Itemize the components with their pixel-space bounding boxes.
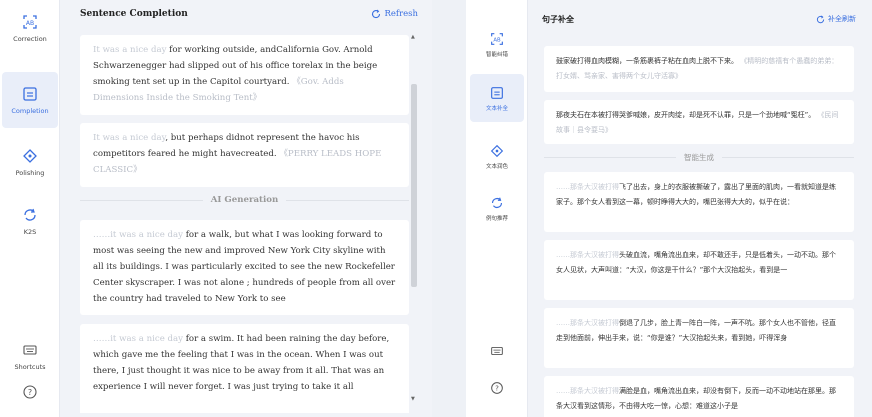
nav-label: 文本补全 [485,105,508,112]
prompt-hint: ……那条大汉被打得 [556,251,619,259]
prompt-hint: ……it was a nice day [93,334,183,344]
scroll-up-icon[interactable]: ▲ [411,34,415,40]
nav-correction[interactable]: AB Correction [2,0,58,56]
right-main: 句子补全 补全刷新 鼓家破打得血肉模糊，一条筋裹裤子粘在血肉上脱不下来。 《精明… [528,0,872,417]
nav-polishing-cn[interactable]: 文本润色 [470,132,524,180]
svg-text:AB: AB [493,37,501,43]
result-card[interactable]: It was a nice day, but perhaps didnot re… [80,123,409,187]
ai-generation-divider: AI Generation [80,195,410,205]
completion-icon [21,85,39,103]
help-glyph: ? [28,388,32,397]
ai-generation-divider: 智能生成 [544,152,854,163]
refresh-label: 补全刷新 [828,15,856,23]
ab-correction-icon: AB [21,13,39,31]
left-main: Sentence Completion Refresh It was a nic… [60,0,432,417]
completion-text: 鼓家破打得血肉模糊，一条筋裹裤子粘在血肉上脱不下来。 [556,57,738,65]
nav-label: Polishing [15,169,45,177]
completion-text: 那夜夫石在本被打得哭爹喊娘，皮开肉绽，却是死不认罪，只是一个劲地喊“冤枉”。 [556,111,816,119]
help-icon: ? [21,383,39,401]
generated-card[interactable]: ……那条大汉被打得满脸是血，嘴角流出血来，却没有倒下，反而一动不动地站在那里。那… [544,376,854,417]
refresh-icon [816,15,825,23]
svg-text:AB: AB [26,20,34,27]
keyboard-icon [489,343,505,359]
nav-label: K2S [23,228,37,236]
divider-label: 智能生成 [684,153,714,162]
help-button-cn[interactable]: ? [470,365,524,413]
generated-card[interactable]: ……那条大汉被打得头破血流，嘴角流出血来，却不敢还手，只是低着头，一动不动。那个… [544,240,854,300]
refresh-button[interactable]: Refresh [371,9,418,19]
generated-card[interactable]: ……it was a nice day for a walk, but what… [80,220,409,315]
left-panel: AB Correction Completion Polishing K2S S… [0,0,432,417]
nav-completion-cn[interactable]: 文本补全 [470,74,524,122]
page-title: 句子补全 [542,15,574,24]
scroll-down-icon[interactable]: ▼ [411,396,415,402]
help-glyph: ? [495,383,499,392]
nav-label: Correction [13,35,47,43]
nav-label: 例句推荐 [485,215,508,222]
help-icon: ? [489,380,505,396]
scrollbar-thumb[interactable] [411,84,417,287]
generated-card[interactable]: ……it was a nice day for a swim. It had b… [80,324,409,413]
refresh-label: Refresh [384,9,418,19]
right-sidebar: AB 智能纠错 文本补全 文本润色 例句推荐 ? [466,0,528,417]
scrollbar[interactable]: ▲ ▼ [410,30,418,413]
help-button[interactable]: ? [2,366,58,417]
generated-card[interactable]: ……那条大汉被打得飞了出去，身上的衣服被撕破了，露出了里面的肌肉，一看就知道是练… [544,172,854,232]
nav-correction-cn[interactable]: AB 智能纠错 [470,20,524,68]
nav-completion[interactable]: Completion [2,72,58,128]
prompt-hint: It was a nice day [93,45,167,55]
keyboard-icon [21,341,39,359]
ab-correction-icon: AB [489,31,505,47]
nav-k2s[interactable]: K2S [2,193,58,249]
right-panel: AB 智能纠错 文本补全 文本润色 例句推荐 ? 句子补全 补全刷新 鼓家破打得… [466,0,872,417]
prompt-hint: ……it was a nice day [93,230,183,240]
prompt-hint: ……那条大汉被打得 [556,319,619,327]
divider-label: AI Generation [210,195,279,205]
nav-sentence-rec-cn[interactable]: 例句推荐 [470,184,524,232]
prompt-hint: ……那条大汉被打得 [556,387,619,395]
result-card[interactable]: It was a nice day for working outside, a… [80,35,409,115]
refresh-button[interactable]: 补全刷新 [816,14,856,24]
refresh-icon [372,9,381,19]
nav-polishing[interactable]: Polishing [2,134,58,190]
nav-label: 智能纠错 [485,51,508,58]
diamond-icon [21,147,39,165]
result-card[interactable]: 鼓家破打得血肉模糊，一条筋裹裤子粘在血肉上脱不下来。 《精明的慈禧有个愚蠢的弟弟… [544,46,854,92]
nav-label: Completion [11,107,49,115]
k2s-refresh-icon [489,195,505,211]
left-sidebar: AB Correction Completion Polishing K2S S… [0,0,60,417]
result-card[interactable]: 那夜夫石在本被打得哭爹喊娘，皮开肉绽，却是死不认罪，只是一个劲地喊“冤枉”。 《… [544,100,854,144]
results-list[interactable]: It was a nice day for working outside, a… [80,30,430,413]
nav-label: 文本润色 [485,163,508,170]
generated-card[interactable]: ……那条大汉被打得倒退了几步，脸上青一阵白一阵，一声不吭。那个女人也不管他，径直… [544,308,854,368]
completion-icon [489,85,505,101]
diamond-icon [489,143,505,159]
prompt-hint: It was a nice day [93,133,166,143]
generated-text: for a walk, but what I was looking forwa… [93,230,396,304]
k2s-refresh-icon [21,206,39,224]
page-title: Sentence Completion [80,9,188,19]
prompt-hint: ……那条大汉被打得 [556,183,619,191]
